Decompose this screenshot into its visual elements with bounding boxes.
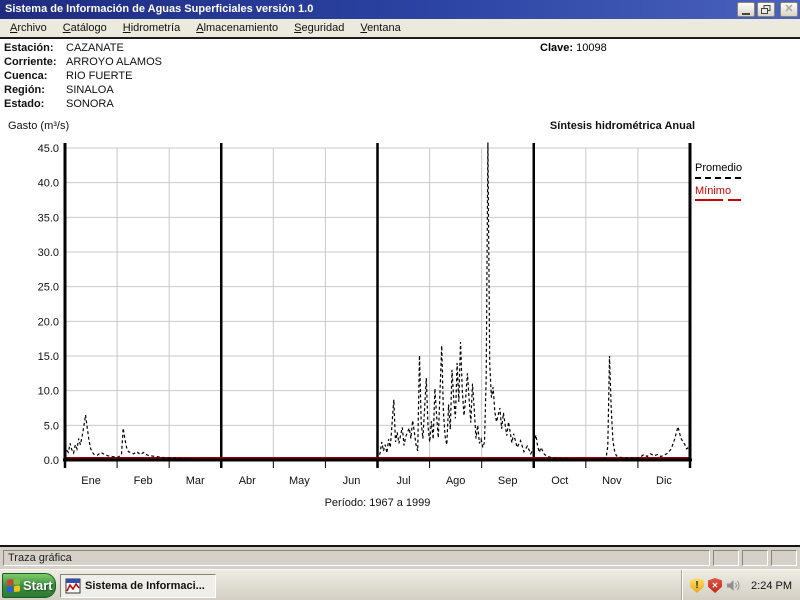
start-button[interactable]: Start	[2, 573, 56, 598]
chart-legend: Promedio Mínimo	[695, 162, 770, 201]
svg-text:May: May	[289, 475, 310, 487]
svg-text:Abr: Abr	[239, 475, 256, 487]
station-label: Región:	[4, 84, 45, 96]
station-label: Corriente:	[4, 56, 57, 68]
status-text: Traza gráfica	[3, 550, 710, 566]
status-pane-2	[742, 550, 768, 566]
svg-text:Ene: Ene	[81, 475, 101, 487]
restore-button[interactable]	[757, 2, 775, 17]
menu-item-seguridad[interactable]: Seguridad	[286, 21, 352, 35]
system-tray: ! ✕ 2:24 PM	[681, 570, 800, 600]
minimize-icon	[742, 12, 750, 15]
clave-value: 10098	[576, 42, 607, 54]
station-row-cuenca: Cuenca: RIO FUERTE	[4, 69, 162, 83]
svg-text:40.0: 40.0	[38, 178, 59, 190]
station-value: SINALOA	[66, 84, 114, 96]
close-button[interactable]: ✕	[780, 2, 798, 17]
taskbar-app-label: Sistema de Informaci...	[85, 580, 205, 592]
svg-text:25.0: 25.0	[38, 282, 59, 294]
minimize-button[interactable]	[737, 2, 755, 17]
hydrograph-chart: 0.0 5.0 10.0 15.0 20.0 25.0 30.0 35.0 40.0 45.0 En…	[38, 142, 692, 509]
svg-text:30.0: 30.0	[38, 247, 59, 259]
restore-icon	[761, 4, 771, 14]
speaker-icon[interactable]	[726, 579, 741, 592]
clave-label: Clave:	[540, 42, 574, 54]
clave-field: Clave: 10098	[540, 41, 607, 55]
svg-text:Feb: Feb	[134, 475, 153, 487]
legend-minimo-line-sample	[695, 199, 770, 201]
station-value: CAZANATE	[66, 42, 124, 54]
window-controls: ✕	[737, 2, 798, 17]
svg-text:Sep: Sep	[498, 475, 518, 487]
svg-text:Período: 1967 a 1999: Período: 1967 a 1999	[325, 497, 431, 509]
app-icon	[65, 578, 81, 594]
status-pane-3	[771, 550, 797, 566]
svg-text:Ago: Ago	[446, 475, 466, 487]
title-bar: Sistema de Información de Aguas Superfic…	[0, 0, 800, 19]
station-row-estado: Estado: SONORA	[4, 97, 162, 111]
legend-promedio-line-sample	[695, 177, 741, 179]
station-row-estacion: Estación: CAZANATE	[4, 41, 162, 55]
taskbar: Start Sistema de Informaci... ! ✕ 2:24 P…	[0, 569, 800, 600]
station-row-corriente: Corriente: ARROYO ALAMOS	[4, 55, 162, 69]
station-value: ARROYO ALAMOS	[66, 56, 162, 68]
security-warning-icon[interactable]: !	[690, 578, 705, 593]
legend-promedio-label: Promedio	[695, 162, 743, 174]
svg-text:35.0: 35.0	[38, 212, 59, 224]
menu-item-archivo[interactable]: Archivo	[2, 21, 55, 35]
window-title: Sistema de Información de Aguas Superfic…	[5, 3, 314, 15]
svg-text:45.0: 45.0	[38, 143, 59, 155]
menu-item-almacenamiento[interactable]: Almacenamiento	[188, 21, 286, 35]
svg-text:15.0: 15.0	[38, 351, 59, 363]
station-label: Estado:	[4, 98, 45, 110]
client-area: Estación: CAZANATE Corriente: ARROYO ALA…	[0, 39, 800, 545]
svg-text:Mar: Mar	[186, 475, 205, 487]
station-row-region: Región: SINALOA	[4, 83, 162, 97]
status-pane-1	[713, 550, 739, 566]
station-label: Cuenca:	[4, 70, 48, 82]
windows-logo-icon	[7, 578, 20, 593]
station-value: RIO FUERTE	[66, 70, 133, 82]
svg-text:Jul: Jul	[397, 475, 411, 487]
start-label: Start	[23, 578, 53, 593]
station-info: Estación: CAZANATE Corriente: ARROYO ALA…	[4, 41, 162, 111]
taskbar-clock: 2:24 PM	[751, 579, 792, 592]
menu-item-catalogo[interactable]: Catálogo	[55, 21, 115, 35]
taskbar-app-button[interactable]: Sistema de Informaci...	[60, 574, 216, 598]
svg-text:5.0: 5.0	[44, 420, 59, 432]
menu-item-ventana[interactable]: Ventana	[352, 21, 408, 35]
svg-text:Nov: Nov	[602, 475, 622, 487]
status-bar: Traza gráfica	[0, 545, 800, 569]
station-value: SONORA	[66, 98, 114, 110]
app-window: Sistema de Información de Aguas Superfic…	[0, 0, 800, 600]
legend-minimo-label: Mínimo	[695, 185, 732, 197]
svg-text:Dic: Dic	[656, 475, 672, 487]
close-icon: ✕	[784, 3, 794, 15]
svg-text:Oct: Oct	[551, 475, 568, 487]
menu-bar: Archivo Catálogo Hidrometría Almacenamie…	[0, 19, 800, 39]
menu-item-hidrometria[interactable]: Hidrometría	[115, 21, 188, 35]
svg-text:Jun: Jun	[343, 475, 361, 487]
station-label: Estación:	[4, 42, 54, 54]
svg-text:20.0: 20.0	[38, 316, 59, 328]
security-error-icon[interactable]: ✕	[708, 578, 723, 593]
svg-text:10.0: 10.0	[38, 386, 59, 398]
svg-text:0.0: 0.0	[44, 455, 59, 467]
